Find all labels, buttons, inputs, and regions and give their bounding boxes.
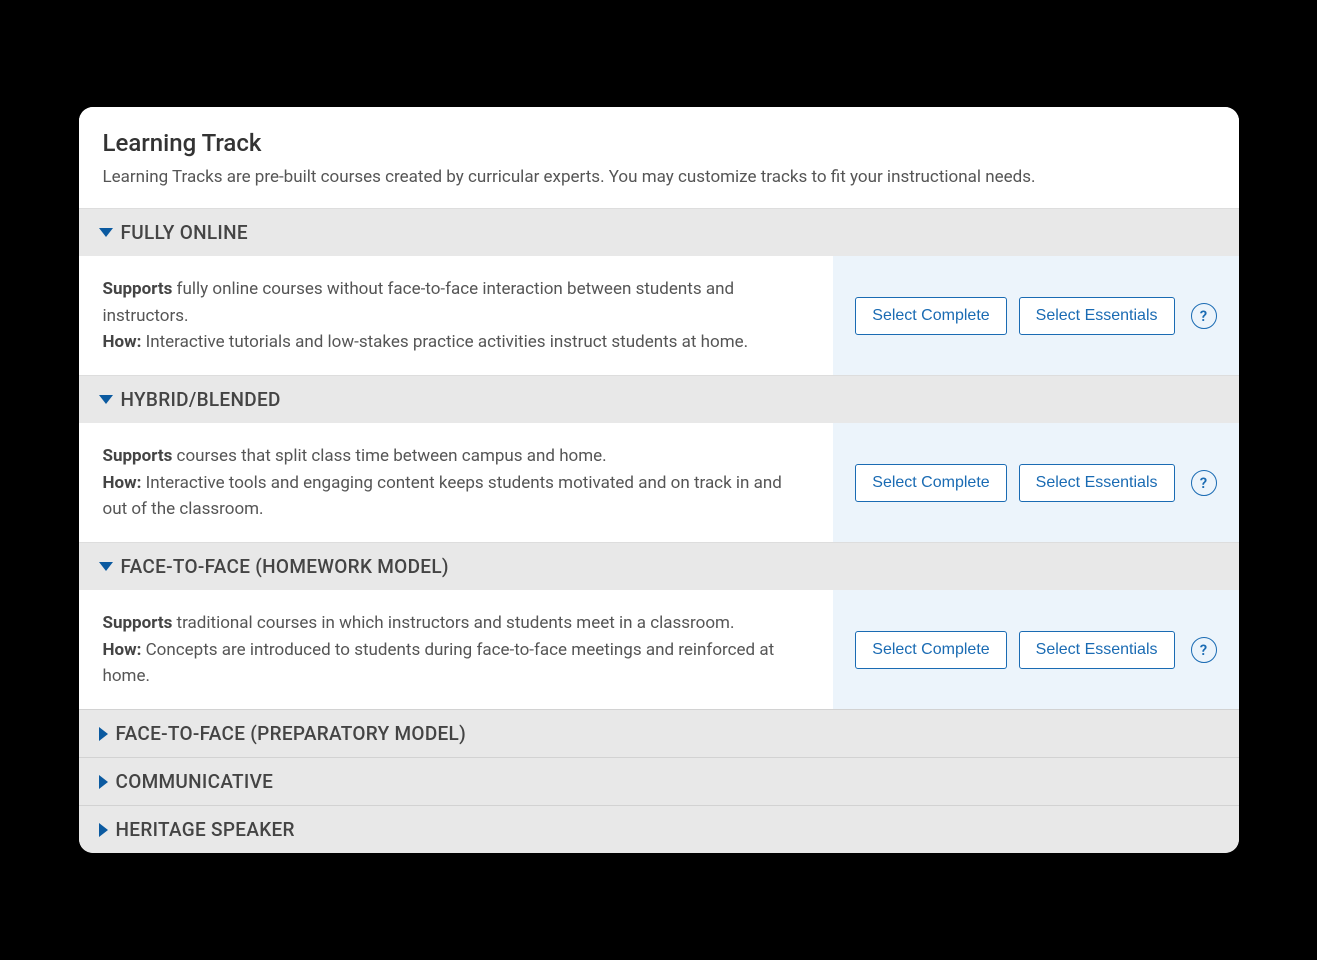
caret-down-icon — [99, 562, 113, 571]
select-complete-button[interactable]: Select Complete — [855, 464, 1006, 502]
how-text: Interactive tools and engaging content k… — [103, 473, 782, 519]
track-title: COMMUNICATIVE — [116, 770, 274, 793]
supports-text: fully online courses without face-to-fac… — [103, 279, 735, 325]
supports-label: Supports — [103, 446, 173, 466]
select-complete-button[interactable]: Select Complete — [855, 631, 1006, 669]
help-icon[interactable]: ? — [1191, 470, 1217, 496]
track-header-communicative[interactable]: COMMUNICATIVE — [79, 757, 1239, 805]
track-actions: Select Complete Select Essentials ? — [833, 423, 1238, 542]
select-essentials-button[interactable]: Select Essentials — [1019, 297, 1175, 335]
how-label: How: — [103, 473, 142, 493]
track-title: HYBRID/BLENDED — [121, 388, 281, 411]
track-header-fully-online[interactable]: FULLY ONLINE — [79, 208, 1239, 256]
supports-label: Supports — [103, 279, 173, 299]
caret-down-icon — [99, 228, 113, 237]
how-text: Interactive tutorials and low-stakes pra… — [141, 332, 748, 352]
select-essentials-button[interactable]: Select Essentials — [1019, 631, 1175, 669]
track-body-hybrid-blended: Supports courses that split class time b… — [79, 423, 1239, 542]
track-body-fully-online: Supports fully online courses without fa… — [79, 256, 1239, 375]
track-description: Supports fully online courses without fa… — [79, 256, 834, 375]
caret-right-icon — [99, 775, 108, 789]
supports-text: traditional courses in which instructors… — [172, 613, 734, 633]
page-title: Learning Track — [103, 129, 1215, 157]
supports-label: Supports — [103, 613, 173, 633]
track-actions: Select Complete Select Essentials ? — [833, 256, 1238, 375]
caret-down-icon — [99, 395, 113, 404]
track-description: Supports traditional courses in which in… — [79, 590, 834, 709]
track-actions: Select Complete Select Essentials ? — [833, 590, 1238, 709]
help-icon[interactable]: ? — [1191, 637, 1217, 663]
caret-right-icon — [99, 823, 108, 837]
how-label: How: — [103, 332, 142, 352]
learning-track-card: Learning Track Learning Tracks are pre-b… — [79, 107, 1239, 854]
card-header: Learning Track Learning Tracks are pre-b… — [79, 107, 1239, 209]
track-description: Supports courses that split class time b… — [79, 423, 834, 542]
how-text: Concepts are introduced to students duri… — [103, 640, 775, 686]
track-header-face-to-face-homework[interactable]: FACE-TO-FACE (HOMEWORK MODEL) — [79, 542, 1239, 590]
caret-right-icon — [99, 727, 108, 741]
select-essentials-button[interactable]: Select Essentials — [1019, 464, 1175, 502]
track-title: FULLY ONLINE — [121, 221, 248, 244]
help-icon[interactable]: ? — [1191, 303, 1217, 329]
track-header-face-to-face-preparatory[interactable]: FACE-TO-FACE (PREPARATORY MODEL) — [79, 709, 1239, 757]
track-body-face-to-face-homework: Supports traditional courses in which in… — [79, 590, 1239, 709]
track-header-heritage-speaker[interactable]: HERITAGE SPEAKER — [79, 805, 1239, 853]
track-title: HERITAGE SPEAKER — [116, 818, 295, 841]
track-title: FACE-TO-FACE (PREPARATORY MODEL) — [116, 722, 467, 745]
select-complete-button[interactable]: Select Complete — [855, 297, 1006, 335]
track-title: FACE-TO-FACE (HOMEWORK MODEL) — [121, 555, 449, 578]
how-label: How: — [103, 640, 142, 660]
track-header-hybrid-blended[interactable]: HYBRID/BLENDED — [79, 375, 1239, 423]
page-description: Learning Tracks are pre-built courses cr… — [103, 165, 1215, 191]
supports-text: courses that split class time between ca… — [172, 446, 606, 466]
